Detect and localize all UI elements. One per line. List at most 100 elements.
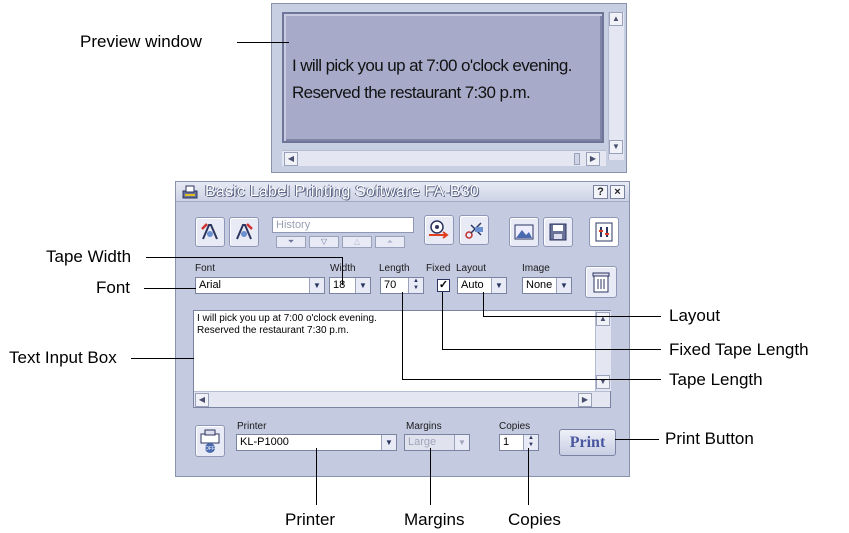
chevron-down-icon[interactable]: ▼ — [355, 278, 370, 293]
callout-margins: Margins — [404, 510, 465, 529]
callout-font: Font — [96, 278, 131, 297]
scroll-thumb[interactable] — [574, 153, 580, 165]
callout-fixed-tape-length: Fixed Tape Length — [669, 340, 809, 359]
window-title: Basic Label Printing Software FA-B30 — [205, 183, 480, 200]
callout-line — [528, 448, 529, 505]
callout-line — [146, 257, 342, 258]
image-button[interactable] — [509, 217, 539, 247]
length-value: 70 — [384, 279, 397, 291]
history-last-button[interactable]: ⏶ — [375, 236, 405, 248]
help-button[interactable]: ? — [593, 185, 608, 199]
image-select[interactable]: None ▼ — [522, 277, 572, 294]
save-button[interactable] — [543, 217, 573, 247]
clear-label-button[interactable] — [229, 217, 259, 247]
history-next-button[interactable]: ▽ — [309, 236, 339, 248]
callout-layout: Layout — [669, 306, 721, 325]
chevron-down-icon[interactable]: ▼ — [309, 278, 324, 293]
callout-line — [402, 379, 661, 380]
clear-label-icon — [236, 223, 253, 240]
tape-feed-button[interactable] — [424, 215, 454, 245]
callout-line — [237, 42, 289, 43]
spin-updown-icon[interactable]: ▲ ▼ — [408, 278, 423, 293]
settings-icon — [595, 222, 613, 242]
preview-window: I will pick you up at 7:00 o'clock eveni… — [271, 3, 627, 173]
preview-text-line-2: Reserved the restaurant 7:30 p.m. — [292, 83, 531, 102]
length-label: Length — [379, 263, 410, 274]
history-prev-button[interactable]: △ — [342, 236, 372, 248]
callout-line — [342, 257, 343, 285]
close-button[interactable]: × — [610, 185, 625, 199]
scroll-left-icon[interactable]: ◀ — [284, 152, 298, 166]
image-label: Image — [522, 263, 550, 274]
preview-vertical-scrollbar[interactable]: ▲ ▼ — [608, 12, 624, 160]
chevron-down-icon[interactable]: ▼ — [381, 435, 396, 450]
new-label-icon — [201, 223, 218, 240]
picture-icon — [514, 224, 534, 240]
layout-value: Auto — [461, 279, 484, 291]
preview-horizontal-scrollbar[interactable]: ◀ ▶ — [282, 150, 606, 166]
preview-text-line-1: I will pick you up at 7:00 o'clock eveni… — [292, 56, 572, 75]
scroll-up-icon[interactable]: ▲ — [609, 12, 623, 26]
trash-icon — [592, 272, 610, 293]
chevron-down-icon[interactable]: ▼ — [491, 278, 506, 293]
callout-tape-width: Tape Width — [46, 247, 132, 266]
scroll-right-icon[interactable]: ▶ — [586, 152, 600, 166]
copies-stepper[interactable]: 1 ▲ ▼ — [499, 434, 539, 451]
callout-line — [131, 358, 194, 359]
scissors-icon — [465, 222, 483, 239]
callout-line — [144, 288, 196, 289]
power-off-button[interactable]: OFF — [195, 425, 225, 457]
margins-value: Large — [408, 436, 437, 448]
callout-preview-window: Preview window — [80, 32, 202, 51]
history-first-button[interactable]: ⏷ — [276, 236, 306, 248]
text-horizontal-scrollbar[interactable]: ◀ ▶ — [194, 391, 610, 407]
callout-copies: Copies — [508, 510, 561, 529]
tape-feed-icon — [429, 220, 449, 239]
scroll-up-icon[interactable]: ▲ — [596, 312, 610, 326]
fixed-length-checkbox[interactable]: ✓ — [437, 279, 450, 292]
fixed-label: Fixed — [426, 263, 451, 274]
printer-value: KL-P1000 — [240, 436, 289, 448]
off-text: OFF — [205, 446, 215, 452]
copies-value: 1 — [503, 436, 510, 448]
font-label: Font — [195, 263, 216, 274]
chevron-down-icon[interactable]: ▼ — [556, 278, 571, 293]
callout-printer: Printer — [285, 510, 336, 529]
new-label-button[interactable] — [195, 217, 225, 247]
callout-text-input-box: Text Input Box — [9, 348, 117, 367]
cut-tape-button[interactable] — [459, 215, 489, 245]
checkmark-icon: ✓ — [438, 279, 449, 291]
callout-line — [615, 439, 659, 440]
width-select[interactable]: 18 ▼ — [329, 277, 371, 294]
width-value: 18 — [333, 279, 346, 291]
callout-print-button: Print Button — [665, 429, 754, 448]
callout-line — [442, 349, 661, 350]
scroll-left-icon[interactable]: ◀ — [195, 393, 209, 407]
delete-button[interactable] — [585, 266, 617, 298]
scroll-down-icon[interactable]: ▼ — [609, 140, 623, 154]
layout-select[interactable]: Auto ▼ — [457, 277, 507, 294]
margins-label: Margins — [406, 421, 442, 432]
settings-button[interactable] — [589, 217, 619, 247]
scroll-down-icon[interactable]: ▼ — [596, 375, 610, 389]
callout-tape-length: Tape Length — [669, 370, 763, 389]
font-value: Arial — [199, 279, 222, 291]
printer-off-icon: OFF — [200, 429, 220, 453]
printer-label: Printer — [237, 421, 267, 432]
layout-label: Layout — [456, 263, 487, 274]
spin-updown-icon[interactable]: ▲ ▼ — [523, 435, 538, 450]
image-value: None — [526, 279, 553, 291]
preview-label-area: I will pick you up at 7:00 o'clock eveni… — [282, 12, 604, 143]
margins-select[interactable]: Large ▼ — [404, 434, 470, 451]
title-bar[interactable]: Basic Label Printing Software FA-B30 ? × — [176, 182, 629, 202]
font-select[interactable]: Arial ▼ — [195, 277, 325, 294]
callout-line — [316, 448, 317, 505]
scroll-right-icon[interactable]: ▶ — [578, 393, 592, 407]
printer-app-icon — [181, 184, 199, 205]
callout-line — [483, 316, 661, 317]
history-field[interactable]: History — [272, 217, 414, 233]
chevron-down-icon[interactable]: ▼ — [454, 435, 469, 450]
callout-line — [483, 292, 484, 316]
callout-line — [430, 448, 431, 505]
print-button[interactable]: Print — [559, 429, 616, 456]
